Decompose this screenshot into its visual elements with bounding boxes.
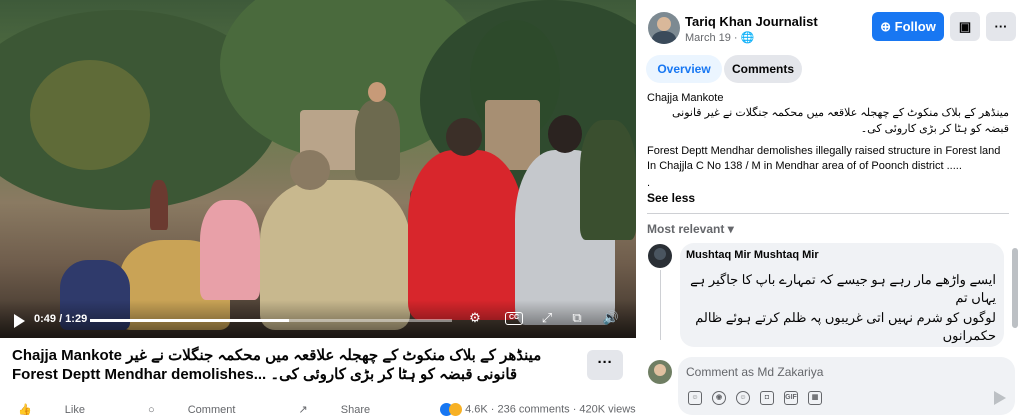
post-title-urdu-2: قانونی قبضہ کو ہٹا کر بڑی کاروئی کی۔ — [270, 366, 518, 383]
globe-icon: 🌐 — [740, 32, 755, 44]
play-icon[interactable] — [14, 314, 25, 328]
comment-button[interactable]: ○ Comment — [148, 404, 265, 416]
volume-icon[interactable]: 🔊 — [602, 310, 620, 326]
video-progress-fill — [90, 319, 290, 322]
like-label: Like — [64, 404, 85, 416]
chevron-down-icon: ▾ — [727, 222, 734, 236]
share-icon: ↗ — [298, 404, 308, 416]
fullscreen-icon[interactable]: ⤢ — [538, 310, 556, 326]
commenter-avatar[interactable] — [648, 244, 672, 268]
video-player[interactable]: 0:49 / 1:29 ⚙ CC ⤢ ⧉ 🔊 — [0, 0, 636, 338]
share-button[interactable]: ↗ Share — [298, 404, 400, 416]
person-head — [290, 150, 330, 190]
comment-sort-label: Most relevant — [647, 222, 725, 236]
video-controls: 0:49 / 1:29 ⚙ CC ⤢ ⧉ 🔊 — [0, 300, 636, 338]
person-head — [446, 118, 482, 156]
emoji-icon[interactable]: ☺ — [736, 391, 750, 405]
like-button[interactable]: 👍 Like — [18, 404, 115, 416]
author-name[interactable]: Tariq Khan Journalist — [685, 14, 818, 29]
comment-input[interactable]: Comment as Md Zakariya ☺ ◉ ☺ ◘ GIF ▦ — [678, 357, 1015, 415]
pip-icon[interactable]: ⧉ — [568, 310, 586, 326]
comment-label: Comment — [187, 404, 236, 416]
divider — [647, 213, 1009, 214]
post-title: Chajja Mankote مینڈھر کے بلاک منکوٹ کے چ… — [12, 346, 582, 384]
send-icon[interactable] — [994, 391, 1006, 405]
follow-button[interactable]: ⊕ Follow — [872, 12, 944, 41]
image-icon[interactable]: ▦ — [808, 391, 822, 405]
follow-icon: ⊕ — [880, 19, 892, 34]
description-dot: . — [647, 177, 651, 189]
post-title-urdu-1: مینڈھر کے بلاک منکوٹ کے چھجلہ علاقعہ میں… — [126, 347, 542, 364]
save-button[interactable]: ▣ — [950, 12, 980, 41]
current-user-avatar — [648, 360, 672, 384]
description-urdu-line-2: قبضہ کو ہٹا کر بڑی کاروئی کی۔ — [860, 123, 1009, 135]
comment-input-placeholder: Comment as Md Zakariya — [686, 365, 824, 379]
comment-text-line-1: ایسے واڑھے مار رہے ہو جیسے کہ تمہارے باپ… — [690, 272, 996, 305]
person — [150, 180, 168, 230]
captions-icon[interactable]: CC — [505, 312, 523, 325]
see-less-link[interactable]: See less — [647, 191, 695, 205]
comment-icon: ○ — [148, 404, 155, 416]
tab-comments[interactable]: Comments — [724, 55, 802, 83]
person — [408, 150, 523, 320]
person-head — [548, 115, 582, 153]
person — [580, 120, 636, 240]
comment-author[interactable]: Mushtaq Mir Mushtaq Mir — [686, 249, 819, 261]
video-time: 0:49 / 1:29 — [34, 313, 88, 325]
tree — [30, 60, 150, 170]
comment-bubble: Mushtaq Mir Mushtaq Mir ایسے واڑھے مار ر… — [680, 243, 1004, 347]
sticker-icon[interactable]: ☺ — [688, 391, 702, 405]
follow-label: Follow — [894, 19, 936, 34]
person — [355, 100, 400, 180]
post-more-button[interactable]: ··· — [587, 350, 623, 380]
author-avatar[interactable] — [648, 12, 680, 44]
description-english: Forest Deptt Mendhar demolishes illegall… — [647, 145, 1001, 172]
comment-text-line-2: لوگوں کو شرم نہیں اتی غریبوں پہ ظلم کرتے… — [695, 310, 996, 343]
post-title-latin: Chajja Mankote — [12, 347, 123, 364]
view-count: 420K views — [579, 403, 636, 416]
post-date-text: March 19 · — [685, 32, 741, 44]
sad-reaction-icon — [449, 403, 462, 416]
post-date: March 19 · 🌐 — [685, 31, 754, 44]
comment-count[interactable]: 236 comments — [497, 403, 569, 415]
description-urdu-line-1: مینڈھر کے بلاک منکوٹ کے چھجلہ علاقعہ میں… — [671, 107, 1009, 119]
comment-sort-dropdown[interactable]: Most relevant ▾ — [647, 222, 734, 236]
bookmark-icon: ▣ — [958, 19, 972, 34]
post-actions: 👍 Like ○ Comment ↗ Share — [18, 403, 430, 416]
description-title: Chajja Mankote — [647, 92, 724, 104]
reaction-count[interactable]: 4.6K — [465, 403, 488, 415]
camera-icon[interactable]: ◘ — [760, 391, 774, 405]
post-stats: 4.6K · 236 comments · 420K views — [440, 403, 636, 416]
post-info-pane: Tariq Khan Journalist March 19 · 🌐 ⊕ Fol… — [636, 0, 1020, 415]
scrollbar[interactable] — [1012, 248, 1018, 328]
settings-icon[interactable]: ⚙ — [466, 310, 484, 326]
header-more-button[interactable]: ··· — [986, 12, 1016, 41]
tab-overview[interactable]: Overview — [646, 55, 722, 83]
thread-line — [660, 270, 661, 340]
person-head — [368, 82, 386, 102]
post-title-latin-2: Forest Deptt Mendhar demolishes... — [12, 366, 267, 383]
avatar-sticker-icon[interactable]: ◉ — [712, 391, 726, 405]
video-progress-bar[interactable] — [90, 319, 452, 322]
like-icon: 👍 — [18, 404, 32, 416]
post-media-pane: 0:49 / 1:29 ⚙ CC ⤢ ⧉ 🔊 Chajja Mankote می… — [0, 0, 636, 416]
gif-icon[interactable]: GIF — [784, 391, 798, 405]
share-label: Share — [340, 404, 371, 416]
person — [200, 200, 260, 300]
